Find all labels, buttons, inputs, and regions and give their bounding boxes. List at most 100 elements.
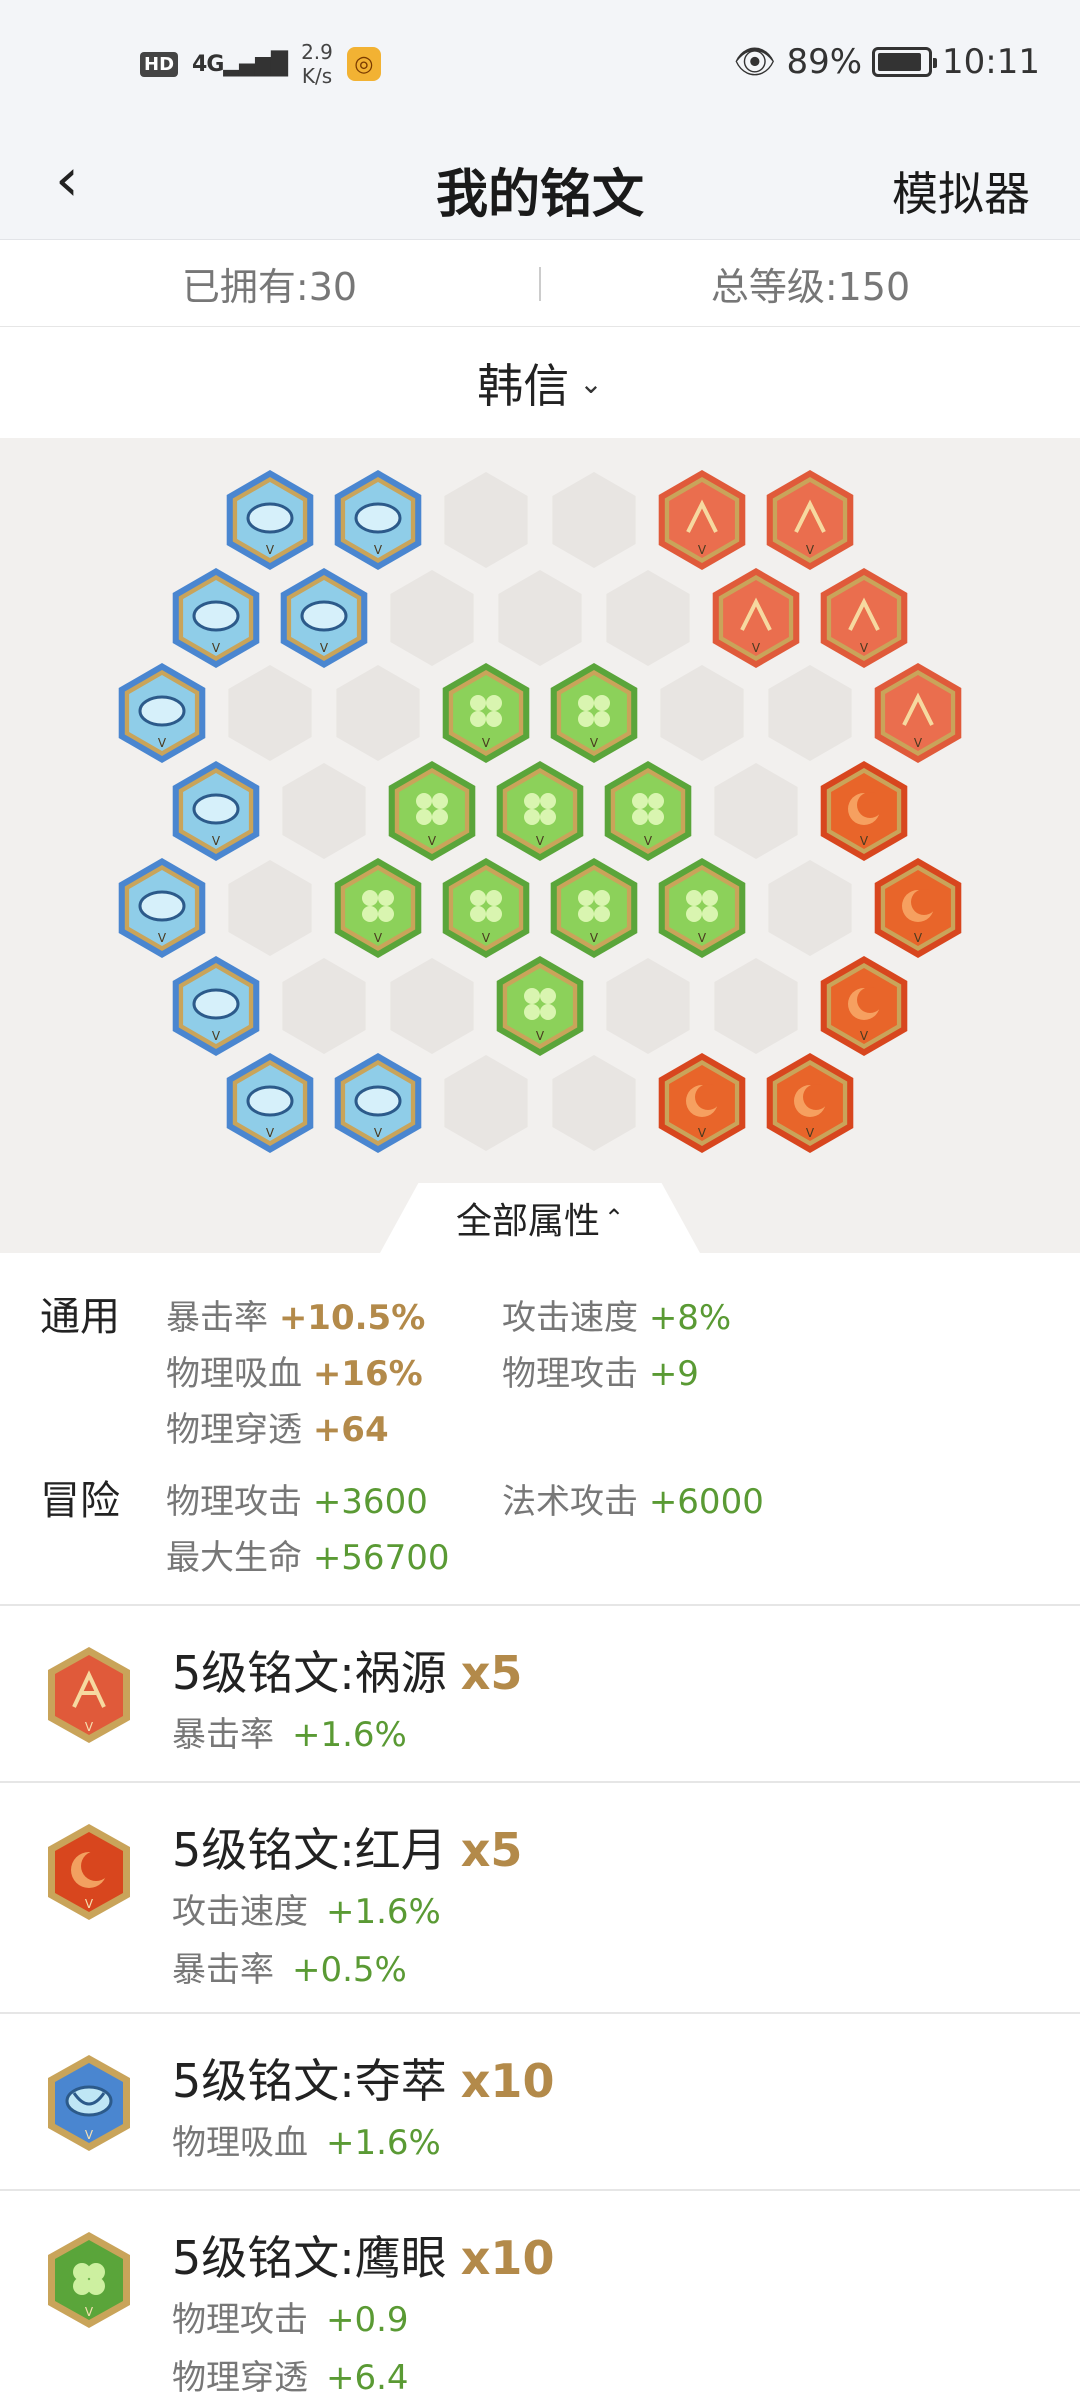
empty-slot[interactable] bbox=[552, 472, 636, 568]
empty-slot[interactable] bbox=[714, 958, 798, 1054]
general-label: 通用 bbox=[40, 1294, 120, 1340]
red-moon-icon[interactable]: V bbox=[874, 858, 962, 958]
empty-slot[interactable] bbox=[336, 665, 420, 761]
red-cards-icon[interactable]: V bbox=[820, 568, 908, 668]
svg-text:V: V bbox=[428, 834, 437, 848]
empty-slot[interactable] bbox=[390, 570, 474, 666]
empty-slot[interactable] bbox=[768, 665, 852, 761]
svg-text:V: V bbox=[698, 1126, 707, 1140]
green-clover-icon[interactable]: V bbox=[442, 858, 530, 958]
red-cards-icon[interactable]: V bbox=[874, 663, 962, 763]
svg-text:V: V bbox=[914, 931, 923, 945]
empty-slot[interactable] bbox=[606, 570, 690, 666]
inscription-item[interactable]: V 5级铭文:祸源 x5 暴击率 +1.6% bbox=[0, 1607, 1080, 1783]
empty-slot[interactable] bbox=[228, 665, 312, 761]
green-clover-icon[interactable]: V bbox=[604, 761, 692, 861]
blue-knot-icon[interactable]: V bbox=[118, 858, 206, 958]
green-clover-icon[interactable]: V bbox=[496, 761, 584, 861]
empty-slot[interactable] bbox=[444, 1055, 528, 1151]
blue-knot-icon[interactable]: V bbox=[172, 956, 260, 1056]
inscription-name: 5级铭文:夺萃 x10 bbox=[172, 2054, 555, 2108]
inscription-item[interactable]: V 5级铭文:红月 x5 攻击速度 +1.6% 暴击率 +0.5% bbox=[0, 1784, 1080, 2014]
blue-knot-icon[interactable]: V bbox=[172, 761, 260, 861]
stat-physical-attack: 物理攻击 +9 bbox=[502, 1354, 699, 1394]
blue-knot-icon[interactable]: V bbox=[334, 1053, 422, 1153]
empty-slot[interactable] bbox=[606, 958, 690, 1054]
nav-bar: ‹ 我的铭文 模拟器 bbox=[0, 130, 1080, 240]
blue-knot-icon[interactable]: V bbox=[226, 470, 314, 570]
net-speed: 2.9 K/s bbox=[301, 40, 333, 88]
inscription-name: 5级铭文:鹰眼 x10 bbox=[172, 2231, 555, 2285]
app-notification-icon: ◎ bbox=[346, 47, 381, 81]
empty-slot[interactable] bbox=[714, 763, 798, 859]
green-clover-icon[interactable]: V bbox=[334, 858, 422, 958]
inscription-stat: 物理攻击 +0.9 bbox=[172, 2300, 409, 2340]
green-clover-icon[interactable]: V bbox=[550, 858, 638, 958]
stat-adv-physical-attack: 物理攻击 +3600 bbox=[166, 1482, 428, 1522]
green-clover-icon: V bbox=[48, 2232, 130, 2328]
svg-text:V: V bbox=[482, 931, 491, 945]
empty-slot[interactable] bbox=[390, 958, 474, 1054]
inscription-item[interactable]: V 5级铭文:鹰眼 x10 物理攻击 +0.9 物理穿透 +6.4 bbox=[0, 2192, 1080, 2400]
svg-text:V: V bbox=[914, 736, 923, 750]
empty-slot[interactable] bbox=[660, 665, 744, 761]
svg-text:V: V bbox=[482, 736, 491, 750]
inscription-qty: x10 bbox=[460, 2054, 555, 2108]
inscription-item[interactable]: V 5级铭文:夺萃 x10 物理吸血 +1.6% bbox=[0, 2015, 1080, 2191]
inscription-qty: x5 bbox=[460, 1646, 523, 1700]
green-clover-icon[interactable]: V bbox=[442, 663, 530, 763]
owned-count: 已拥有:30 bbox=[181, 265, 358, 309]
red-cards-icon[interactable]: V bbox=[658, 470, 746, 570]
empty-slot[interactable] bbox=[444, 472, 528, 568]
svg-text:V: V bbox=[158, 931, 167, 945]
svg-text:V: V bbox=[320, 641, 329, 655]
red-moon-icon[interactable]: V bbox=[820, 761, 908, 861]
green-clover-icon[interactable]: V bbox=[658, 858, 746, 958]
svg-text:V: V bbox=[212, 834, 221, 848]
red-moon-icon[interactable]: V bbox=[766, 1053, 854, 1153]
all-attributes-toggle[interactable]: 全部属性 ⌃ bbox=[380, 1183, 700, 1253]
red-cards-icon[interactable]: V bbox=[766, 470, 854, 570]
empty-slot[interactable] bbox=[552, 1055, 636, 1151]
svg-text:V: V bbox=[590, 931, 599, 945]
svg-text:V: V bbox=[374, 543, 383, 557]
green-clover-icon[interactable]: V bbox=[388, 761, 476, 861]
inscription-stat: 暴击率 +0.5% bbox=[172, 1950, 407, 1990]
empty-slot[interactable] bbox=[282, 763, 366, 859]
svg-text:V: V bbox=[698, 931, 707, 945]
stat-attack-speed: 攻击速度 +8% bbox=[502, 1298, 732, 1338]
red-cards-icon[interactable]: V bbox=[712, 568, 800, 668]
svg-text:V: V bbox=[212, 641, 221, 655]
inscription-qty: x10 bbox=[460, 2231, 555, 2285]
svg-text:V: V bbox=[85, 1897, 94, 1911]
inscription-stat: 暴击率 +1.6% bbox=[172, 1715, 407, 1755]
svg-text:V: V bbox=[806, 543, 815, 557]
red-moon-icon[interactable]: V bbox=[820, 956, 908, 1056]
svg-text:V: V bbox=[536, 1029, 545, 1043]
empty-slot[interactable] bbox=[768, 860, 852, 956]
attributes-panel: 通用 暴击率 +10.5% 攻击速度 +8% 物理吸血 +16% 物理攻击 +9… bbox=[0, 1254, 1080, 1606]
svg-text:V: V bbox=[590, 736, 599, 750]
battery-icon bbox=[872, 47, 938, 77]
svg-text:V: V bbox=[158, 736, 167, 750]
red-moon-icon[interactable]: V bbox=[658, 1053, 746, 1153]
svg-text:V: V bbox=[860, 1029, 869, 1043]
blue-knot-icon[interactable]: V bbox=[280, 568, 368, 668]
inscription-hex-grid: V V V V V V V V V V V V V V V V V V V V V V V V V V V V V V bbox=[118, 470, 962, 1153]
blue-knot-icon[interactable]: V bbox=[172, 568, 260, 668]
green-clover-icon[interactable]: V bbox=[550, 663, 638, 763]
battery-percent: 89% bbox=[786, 42, 863, 82]
stat-adv-magic-attack: 法术攻击 +6000 bbox=[502, 1482, 764, 1522]
green-clover-icon[interactable]: V bbox=[496, 956, 584, 1056]
blue-knot-icon[interactable]: V bbox=[226, 1053, 314, 1153]
eye-comfort-icon: 👁 bbox=[733, 42, 777, 82]
hero-selector[interactable]: 韩信 ⌄ bbox=[0, 328, 1080, 438]
svg-text:V: V bbox=[374, 1126, 383, 1140]
empty-slot[interactable] bbox=[282, 958, 366, 1054]
inscription-board: V V V V V V V V V V V V V V V V V V V V V V V V V V V V V V bbox=[0, 438, 1080, 1253]
empty-slot[interactable] bbox=[498, 570, 582, 666]
empty-slot[interactable] bbox=[228, 860, 312, 956]
blue-knot-icon[interactable]: V bbox=[118, 663, 206, 763]
simulator-button[interactable]: 模拟器 bbox=[892, 158, 1030, 224]
blue-knot-icon[interactable]: V bbox=[334, 470, 422, 570]
